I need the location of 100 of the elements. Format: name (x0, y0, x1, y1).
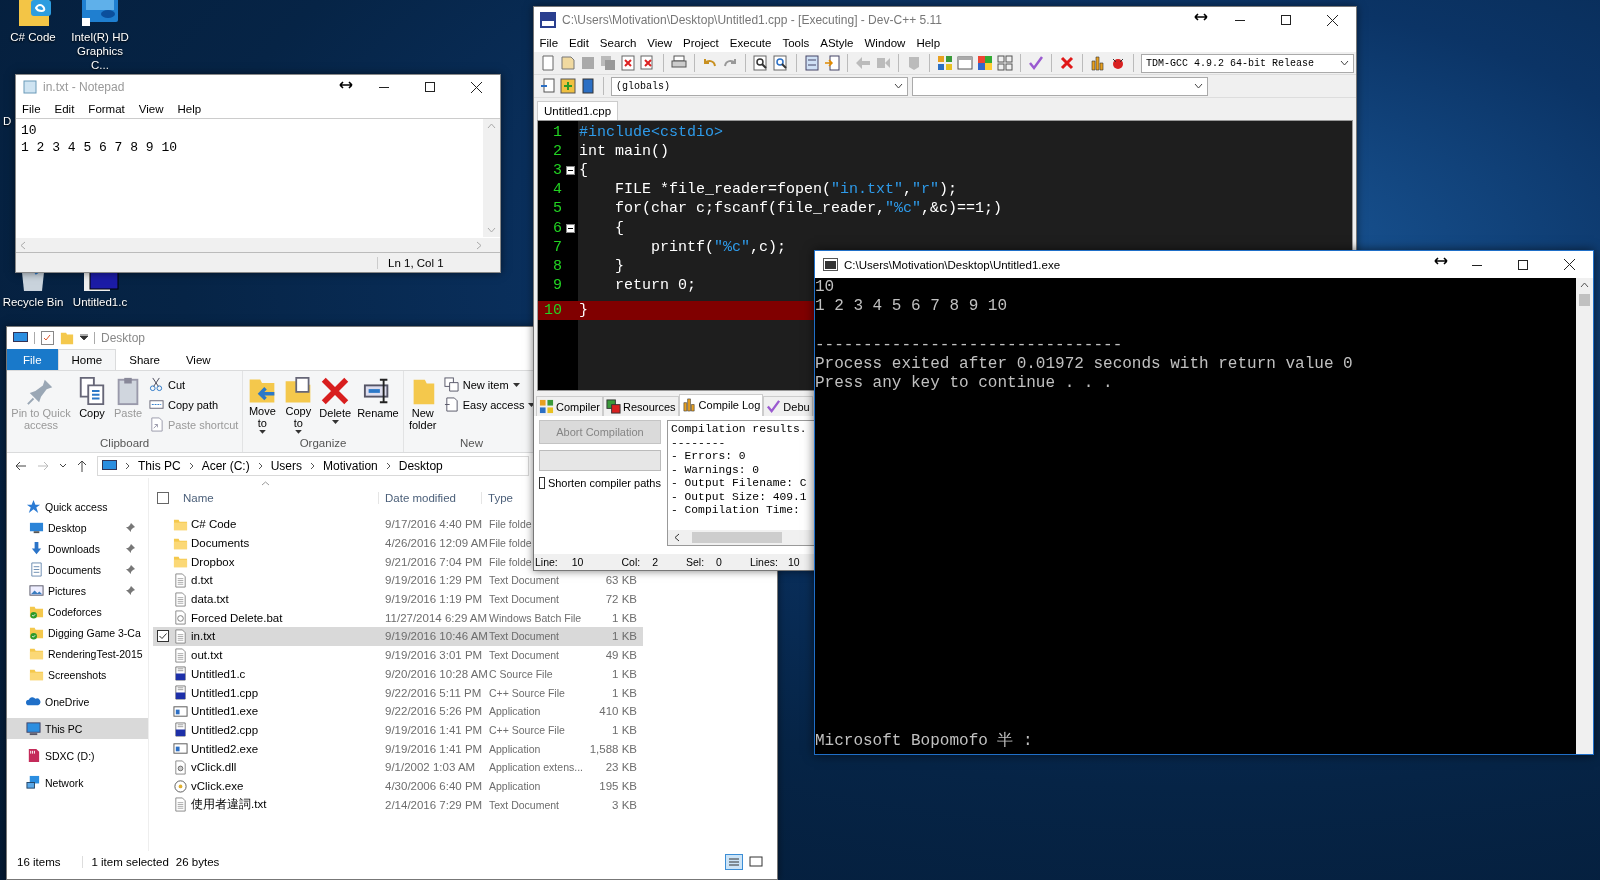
menu-item[interactable]: Tools (776, 36, 815, 49)
nav-item[interactable]: RenderingTest-2015 (7, 643, 148, 664)
file-row[interactable]: Forced Delete.bat 11/27/2014 6:29 AM Windows Batch File 1 KB (153, 608, 643, 628)
window-icon[interactable] (957, 55, 973, 71)
monitor-icon[interactable] (13, 332, 28, 344)
column-header[interactable]: Type (481, 492, 513, 504)
nav-item[interactable]: Digging Game 3-Ca (7, 622, 148, 643)
ribbon-button[interactable]: Copy path (147, 395, 241, 414)
tiles-icon[interactable] (997, 55, 1013, 71)
chevron-up-icon[interactable] (1580, 282, 1589, 288)
file-row[interactable]: Untitled1.c 9/20/2016 10:28 AMC Source File 1 KB (153, 664, 643, 684)
panel-icon[interactable] (804, 55, 820, 71)
function-dropdown[interactable] (912, 76, 1208, 96)
icon-label[interactable]: C# Code (10, 30, 56, 44)
disks-icon[interactable] (600, 55, 616, 71)
split-icon[interactable] (824, 55, 840, 71)
file-row[interactable]: C# Code 9/17/2016 4:40 PM File folde (153, 515, 533, 534)
icon-label[interactable]: Intel(R) HD Graphics C... (67, 30, 133, 72)
scrollbar[interactable] (668, 530, 815, 545)
bookmark-icon[interactable] (580, 78, 596, 94)
menu-item[interactable]: Search (594, 36, 642, 49)
checkbox[interactable] (157, 630, 169, 643)
breadcrumb[interactable]: This PC (138, 458, 181, 473)
menu-item[interactable]: File (534, 36, 564, 49)
nav-item[interactable]: OneDrive (7, 691, 148, 712)
maximize-icon[interactable] (1281, 15, 1291, 25)
ribbon-tab[interactable]: Home (57, 349, 117, 370)
sort-caret-icon[interactable] (261, 481, 270, 486)
details-view-icon[interactable] (725, 854, 743, 870)
close-icon[interactable] (1327, 14, 1338, 26)
checkbox[interactable] (157, 492, 169, 504)
caret-icon[interactable] (80, 334, 88, 342)
menu-item[interactable]: Format (88, 102, 125, 115)
breadcrumb[interactable]: Users (270, 458, 303, 473)
maximize-icon[interactable] (425, 82, 435, 92)
file-row[interactable]: vClick.exe 4/30/2006 6:40 PM Application 195 KB (153, 776, 643, 796)
column-header[interactable]: Date modified (378, 492, 456, 504)
close-document-icon[interactable] (620, 55, 636, 71)
up-icon[interactable] (77, 459, 87, 472)
menu-item[interactable]: Help (910, 36, 946, 49)
scrollbar-thumb[interactable] (692, 532, 782, 543)
ribbon-button[interactable]: Move to (245, 373, 280, 437)
panel-tab[interactable]: Compiler (536, 396, 603, 416)
nav-item[interactable]: Codeforces (7, 601, 148, 622)
scrollbar[interactable] (1576, 278, 1593, 754)
chevron-left-icon[interactable] (674, 533, 680, 542)
ribbon-button[interactable]: New item (441, 375, 538, 394)
icon-label[interactable]: Recycle Bin (2, 295, 64, 309)
file-row[interactable]: Documents 4/26/2016 12:09 AM File folde (153, 533, 533, 553)
ribbon-button[interactable]: Copy to (281, 373, 316, 437)
ribbon-tab[interactable]: File (7, 349, 58, 370)
color-grid-icon[interactable] (977, 55, 993, 71)
file-row[interactable]: Dropbox 9/21/2016 7:04 PM File folde (153, 552, 533, 572)
ribbon-button[interactable]: New folder (405, 373, 440, 437)
insert-icon[interactable] (540, 78, 556, 94)
checklist-icon[interactable] (41, 331, 54, 345)
file-tab[interactable]: Untitled1.cpp (537, 101, 619, 120)
checkbox-label[interactable]: Shorten compiler paths (547, 477, 661, 489)
menu-item[interactable]: View (641, 36, 678, 49)
search-icon[interactable] (753, 55, 769, 71)
cross-icon[interactable] (1059, 55, 1075, 71)
ribbon-button[interactable]: Easy access (441, 395, 538, 414)
printer-icon[interactable] (671, 55, 687, 71)
close-documents-icon[interactable] (640, 55, 656, 71)
breadcrumb[interactable]: Desktop (398, 458, 443, 473)
menu-item[interactable]: AStyle (814, 36, 859, 49)
panel-tab[interactable]: Resources (603, 396, 679, 416)
menu-item[interactable]: Execute (724, 36, 777, 49)
address-bar[interactable]: This PC Acer (C:) Users Motivation Desktop (97, 455, 529, 476)
bar-chart-icon[interactable] (1090, 55, 1106, 71)
file-row[interactable]: d.txt 9/19/2016 1:29 PM Text Document 63 KB (153, 571, 643, 590)
ribbon-button[interactable]: Delete (317, 373, 354, 437)
file-row[interactable]: data.txt 9/19/2016 1:19 PM Text Document 72 KB (153, 589, 643, 609)
collapse-icon[interactable] (566, 166, 575, 176)
collapse-icon[interactable] (566, 223, 575, 233)
ribbon-tab[interactable]: View (172, 349, 224, 370)
nav-item[interactable]: SDXC (D:) (7, 745, 148, 766)
panel-tab[interactable]: Compile Log (678, 394, 764, 416)
nav-item[interactable]: Screenshots (7, 664, 148, 685)
menu-item[interactable]: Edit (54, 102, 75, 115)
large-icons-view-icon[interactable] (747, 854, 765, 870)
scope-dropdown[interactable]: (globals) (611, 76, 908, 96)
ribbon-button[interactable]: Cut (147, 375, 241, 394)
nav-item[interactable]: Documents (7, 559, 148, 580)
file-row[interactable]: Untitled2.cpp 9/19/2016 1:41 PM C++ Source File 1 KB (153, 720, 643, 740)
file-row[interactable]: Untitled1.exe 9/22/2016 5:26 PM Application 410 KB (153, 701, 643, 721)
nav-item[interactable]: Quick access (7, 496, 148, 517)
nav-item[interactable]: Network (7, 772, 148, 793)
back-icon[interactable] (15, 460, 27, 471)
file-row[interactable]: out.txt 9/19/2016 3:01 PM Text Document 49 KB (153, 645, 643, 665)
close-icon[interactable] (471, 81, 482, 93)
ribbon-tab[interactable]: Share (116, 349, 173, 370)
breadcrumb[interactable]: Acer (C:) (201, 458, 250, 473)
column-header[interactable]: Name (183, 492, 214, 504)
file-row[interactable]: 使用者違詞.txt 2/14/2016 7:29 PM Text Document 3 KB (153, 795, 643, 814)
file-row[interactable]: in.txt 9/19/2016 10:46 AMText Document 1 KB (153, 627, 643, 646)
document-icon[interactable] (540, 55, 556, 71)
scrollbar-thumb[interactable] (1579, 294, 1590, 306)
nav-item[interactable]: Downloads (7, 538, 148, 559)
close-icon[interactable] (1564, 259, 1575, 270)
